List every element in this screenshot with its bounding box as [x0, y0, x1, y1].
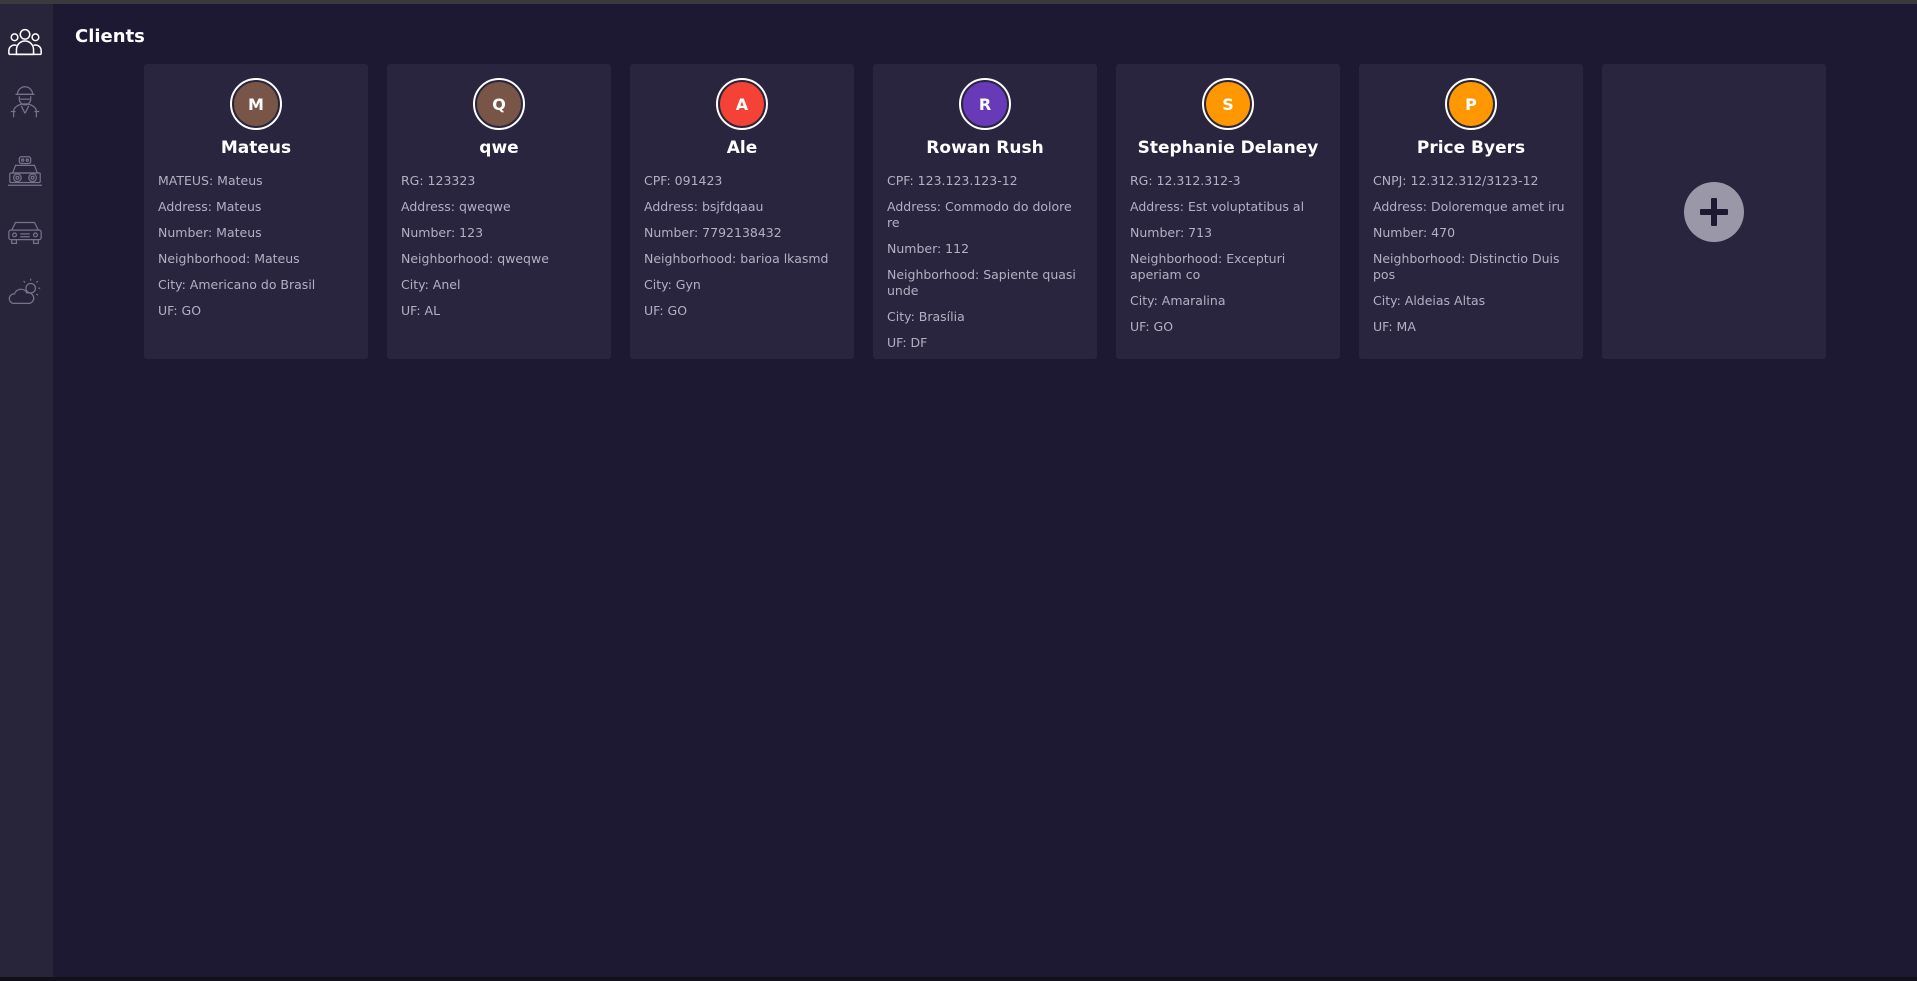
cloud-sun-icon [8, 278, 41, 305]
client-neighborhood: Neighborhood: Distinctio Duis pos [1373, 251, 1560, 282]
client-uf: UF: AL [401, 303, 441, 318]
client-card[interactable]: M Mateus MATEUS: Mateus Address: Mateus … [144, 64, 368, 359]
client-address: Address: Commodo do dolore re [887, 199, 1072, 230]
client-number: Number: 112 [887, 241, 970, 256]
client-address: Address: qweqwe [401, 199, 511, 214]
users-icon [8, 28, 42, 56]
window-bottom-border [0, 977, 1917, 981]
client-card[interactable]: A Ale CPF: 091423 Address: bsjfdqaau Num… [630, 64, 854, 359]
client-city: City: Anel [401, 277, 461, 292]
window-top-border [0, 0, 1917, 4]
avatar: M [230, 78, 282, 130]
client-city: City: Americano do Brasil [158, 277, 316, 292]
client-neighborhood: Neighborhood: Excepturi aperiam co [1130, 251, 1286, 282]
client-name: Stephanie Delaney [1137, 138, 1319, 158]
client-number: Number: Mateus [158, 225, 262, 240]
client-card[interactable]: Q qwe RG: 123323 Address: qweqwe Number:… [387, 64, 611, 359]
client-address: Address: bsjfdqaau [644, 199, 764, 214]
avatar: A [716, 78, 768, 130]
client-neighborhood: Neighborhood: barioa lkasmd [644, 251, 829, 266]
avatar: Q [473, 78, 525, 130]
client-address: Address: Mateus [158, 199, 262, 214]
worker-icon [10, 86, 40, 118]
client-uf: UF: GO [158, 303, 202, 318]
avatar: R [959, 78, 1011, 130]
client-address: Address: Doloremque amet iru [1373, 199, 1565, 214]
client-field: MATEUS: Mateus [158, 173, 263, 188]
client-field: CNPJ: 12.312.312/3123-12 [1373, 173, 1539, 188]
client-city: City: Brasília [887, 309, 965, 324]
client-neighborhood: Neighborhood: Sapiente quasi unde [887, 267, 1076, 298]
sidebar-item-clients[interactable] [5, 22, 45, 62]
plus-icon [1700, 198, 1728, 226]
client-field: CPF: 123.123.123-12 [887, 173, 1018, 188]
client-uf: UF: DF [887, 335, 928, 350]
sidebar [0, 4, 53, 977]
sidebar-item-vehicles[interactable] [5, 212, 45, 252]
page-title: Clients [75, 26, 145, 47]
client-card[interactable]: S Stephanie Delaney RG: 12.312.312-3 Add… [1116, 64, 1340, 359]
client-number: Number: 713 [1130, 225, 1213, 240]
client-city: City: Gyn [644, 277, 701, 292]
client-neighborhood: Neighborhood: Mateus [158, 251, 300, 266]
client-field: RG: 12.312.312-3 [1130, 173, 1241, 188]
client-neighborhood: Neighborhood: qweqwe [401, 251, 549, 266]
sidebar-item-weather[interactable] [5, 272, 45, 312]
avatar: P [1445, 78, 1497, 130]
client-card[interactable]: P Price Byers CNPJ: 12.312.312/3123-12 A… [1359, 64, 1583, 359]
client-name: Rowan Rush [926, 138, 1044, 158]
sidebar-item-employees[interactable] [5, 82, 45, 122]
client-number: Number: 470 [1373, 225, 1456, 240]
sidebar-item-services[interactable] [5, 152, 45, 192]
avatar: S [1202, 78, 1254, 130]
machine-icon [7, 156, 43, 186]
client-name: Mateus [220, 138, 292, 158]
client-name: Ale [726, 138, 758, 158]
client-city: City: Amaralina [1130, 293, 1226, 308]
add-client-card[interactable] [1602, 64, 1826, 359]
client-uf: UF: GO [1130, 319, 1174, 334]
client-uf: UF: GO [644, 303, 688, 318]
client-name: qwe [479, 138, 519, 158]
client-number: Number: 7792138432 [644, 225, 782, 240]
client-address: Address: Est voluptatibus al [1130, 199, 1305, 214]
client-field: RG: 123323 [401, 173, 476, 188]
client-field: CPF: 091423 [644, 173, 723, 188]
client-card[interactable]: R Rowan Rush CPF: 123.123.123-12 Address… [873, 64, 1097, 359]
client-city: City: Aldeias Altas [1373, 293, 1486, 308]
add-client-button[interactable] [1684, 182, 1744, 242]
client-uf: UF: MA [1373, 319, 1416, 334]
client-number: Number: 123 [401, 225, 484, 240]
car-icon [8, 221, 42, 245]
client-name: Price Byers [1416, 138, 1526, 158]
